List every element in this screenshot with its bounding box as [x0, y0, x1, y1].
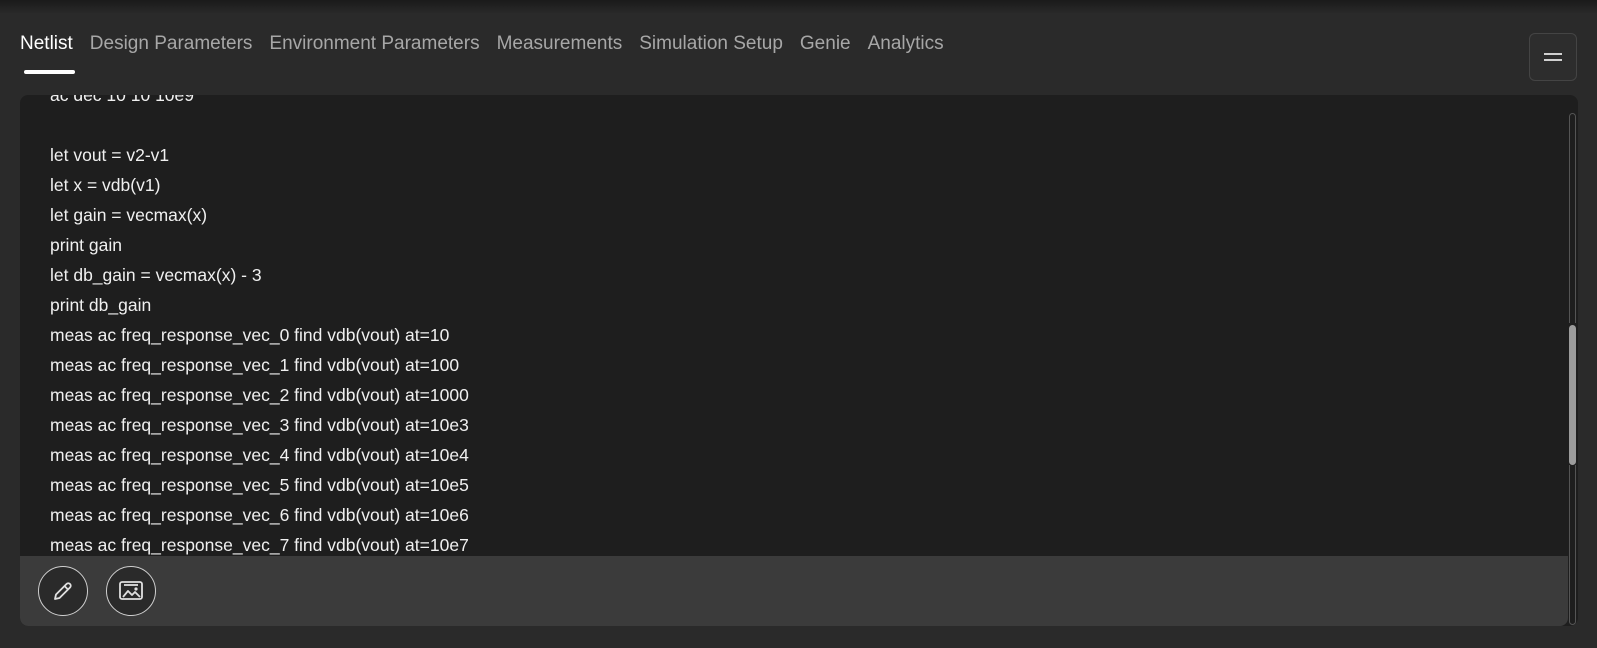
edit-button[interactable] — [38, 566, 88, 616]
code-line: meas ac freq_response_vec_6 find vdb(vou… — [50, 505, 469, 525]
code-line: meas ac freq_response_vec_1 find vdb(vou… — [50, 355, 460, 375]
tab-bar: Netlist Design Parameters Environment Pa… — [20, 30, 961, 80]
scrollbar-thumb[interactable] — [1569, 325, 1576, 465]
code-line: print gain — [50, 235, 122, 255]
code-line: let db_gain = vecmax(x) - 3 — [50, 265, 262, 285]
code-line: meas ac freq_response_vec_3 find vdb(vou… — [50, 415, 469, 435]
code-lines: ac dec 10 10 10e9 let vout = v2-v1 let x… — [50, 95, 469, 560]
image-gallery-button[interactable] — [106, 566, 156, 616]
tab-measurements[interactable]: Measurements — [497, 30, 623, 58]
tab-simulation-setup[interactable]: Simulation Setup — [639, 30, 783, 58]
code-line: let x = vdb(v1) — [50, 175, 161, 195]
code-line: let gain = vecmax(x) — [50, 205, 208, 225]
code-line: meas ac freq_response_vec_5 find vdb(vou… — [50, 475, 469, 495]
code-line: meas ac freq_response_vec_4 find vdb(vou… — [50, 445, 469, 465]
code-line: print db_gain — [50, 295, 152, 315]
tab-netlist[interactable]: Netlist — [20, 30, 75, 74]
code-line: let vout = v2-v1 — [50, 145, 170, 165]
tab-genie[interactable]: Genie — [800, 30, 851, 58]
tab-analytics[interactable]: Analytics — [868, 30, 944, 58]
editor-toolbar — [20, 556, 1568, 626]
netlist-editor[interactable]: ac dec 10 10 10e9 let vout = v2-v1 let x… — [20, 95, 1578, 626]
scrollbar-track-top[interactable] — [1569, 113, 1576, 323]
pencil-icon — [54, 582, 72, 600]
code-line: meas ac freq_response_vec_2 find vdb(vou… — [50, 385, 469, 405]
image-gallery-icon — [119, 581, 143, 600]
hamburger-menu-icon — [1544, 53, 1562, 61]
scrollbar-track-bottom[interactable] — [1569, 465, 1576, 625]
menu-button[interactable] — [1529, 33, 1577, 81]
top-shadow — [0, 0, 1597, 14]
tab-environment-parameters[interactable]: Environment Parameters — [269, 30, 479, 58]
code-line: ac dec 10 10 10e9 — [50, 95, 195, 105]
code-line: meas ac freq_response_vec_0 find vdb(vou… — [50, 325, 450, 345]
tab-design-parameters[interactable]: Design Parameters — [90, 30, 253, 58]
